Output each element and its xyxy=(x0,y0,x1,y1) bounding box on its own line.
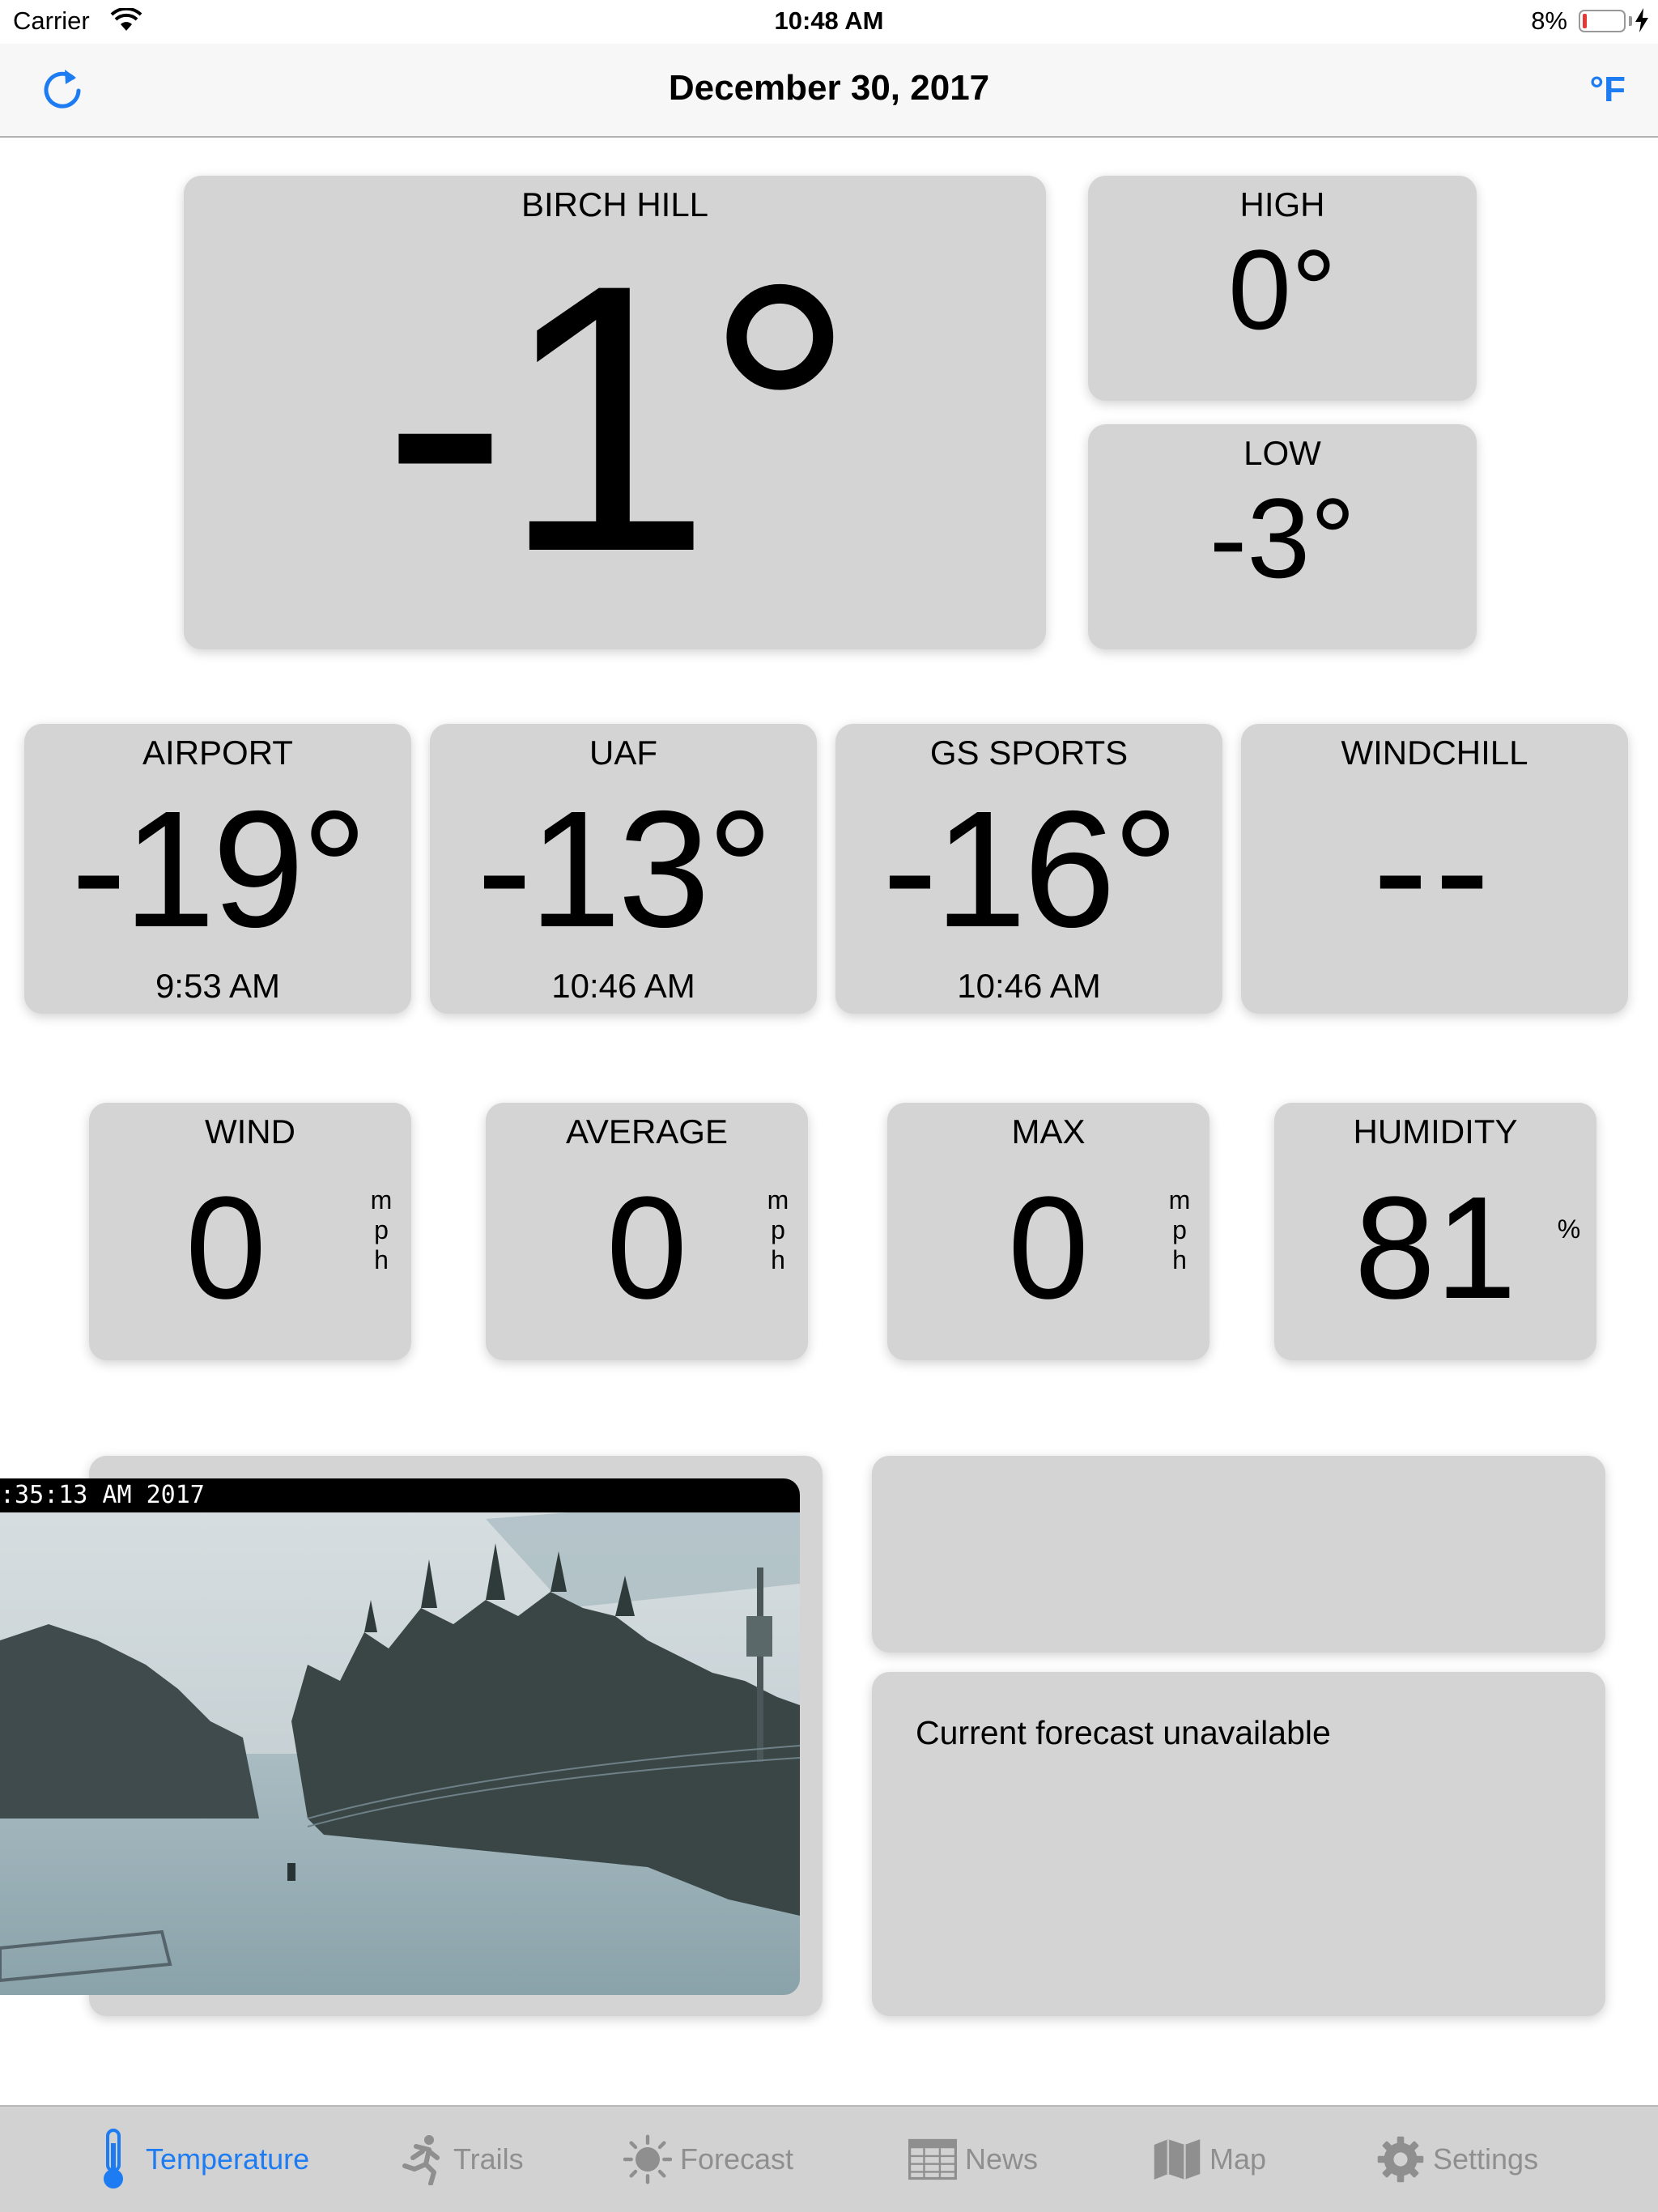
forecast-card: Current forecast unavailable xyxy=(872,1672,1605,2016)
humidity-card: HUMIDITY 81 % xyxy=(1274,1103,1596,1360)
wind-value: 0 xyxy=(185,1167,267,1329)
wind-card: WIND 0 mph xyxy=(89,1103,411,1360)
tab-temperature[interactable]: Temperature xyxy=(89,2107,309,2212)
battery-tip xyxy=(1629,16,1632,26)
tab-label: Temperature xyxy=(146,2142,310,2176)
station-updated-time: 10:46 AM xyxy=(551,967,695,1005)
navigation-bar: December 30, 2017 °F xyxy=(0,44,1658,138)
tab-label: Settings xyxy=(1433,2142,1539,2176)
average-wind-card: AVERAGE 0 mph xyxy=(486,1103,808,1360)
tab-label: Forecast xyxy=(680,2142,794,2176)
station-name: GS SPORTS xyxy=(929,734,1129,772)
station-name: WINDCHILL xyxy=(1341,734,1528,772)
high-label: HIGH xyxy=(1239,185,1325,223)
tab-bar: Temperature Trails Forecast News Map Set… xyxy=(0,2105,1658,2212)
webcam-timestamp: :35:13 AM 2017 xyxy=(0,1478,800,1512)
gear-icon xyxy=(1376,2131,1425,2188)
humidity-label: HUMIDITY xyxy=(1353,1112,1518,1151)
webcam-image[interactable]: :35:13 AM 2017 xyxy=(0,1478,800,1995)
station-card-gs-sports: GS SPORTS -16° 10:46 AM xyxy=(835,724,1222,1014)
low-value: -3° xyxy=(1209,474,1356,602)
tab-map[interactable]: Map xyxy=(1153,2107,1266,2212)
empty-info-card xyxy=(872,1456,1605,1653)
tab-news[interactable]: News xyxy=(908,2107,1038,2212)
low-label: LOW xyxy=(1244,434,1321,472)
battery-icon xyxy=(1579,10,1626,32)
wind-label: WIND xyxy=(205,1112,295,1151)
station-temperature: -19° xyxy=(70,776,368,962)
tab-settings[interactable]: Settings xyxy=(1376,2107,1538,2212)
tab-trails[interactable]: Trails xyxy=(397,2107,524,2212)
main-station-card: BIRCH HILL -1° xyxy=(184,176,1046,649)
page-title: December 30, 2017 xyxy=(668,68,990,108)
average-unit: mph xyxy=(767,1185,789,1274)
map-icon xyxy=(1153,2131,1201,2188)
high-value: 0° xyxy=(1228,226,1337,353)
max-unit: mph xyxy=(1168,1185,1191,1274)
humidity-unit: % xyxy=(1557,1214,1581,1244)
humidity-value: 81 xyxy=(1354,1167,1517,1329)
station-card-windchill: WINDCHILL -- xyxy=(1241,724,1628,1014)
sun-icon xyxy=(623,2131,672,2188)
station-temperature: -13° xyxy=(476,776,773,962)
station-name: UAF xyxy=(589,734,657,772)
battery-percent: 8% xyxy=(1531,6,1567,35)
station-updated-time: 10:46 AM xyxy=(957,967,1101,1005)
average-label: AVERAGE xyxy=(566,1112,728,1151)
tab-forecast[interactable]: Forecast xyxy=(623,2107,793,2212)
tab-label: Trails xyxy=(453,2142,524,2176)
station-card-airport: AIRPORT -19° 9:53 AM xyxy=(24,724,411,1014)
station-temperature: -16° xyxy=(882,776,1179,962)
station-name: AIRPORT xyxy=(142,734,293,772)
max-label: MAX xyxy=(1011,1112,1086,1151)
station-temperature: -- xyxy=(1372,776,1497,962)
low-card: LOW -3° xyxy=(1088,424,1477,649)
main-temperature: -1° xyxy=(381,206,857,631)
wind-unit: mph xyxy=(370,1185,393,1274)
max-wind-card: MAX 0 mph xyxy=(887,1103,1209,1360)
tab-label: News xyxy=(965,2142,1039,2176)
unit-toggle-button[interactable]: °F xyxy=(1590,70,1626,110)
high-card: HIGH 0° xyxy=(1088,176,1477,401)
runner-icon xyxy=(397,2131,445,2188)
status-bar: Carrier 10:48 AM 8% xyxy=(0,0,1658,44)
station-updated-time: 9:53 AM xyxy=(155,967,281,1005)
max-value: 0 xyxy=(1007,1167,1090,1329)
newspaper-icon xyxy=(908,2131,957,2188)
forecast-message: Current forecast unavailable xyxy=(916,1714,1331,1751)
tab-label: Map xyxy=(1209,2142,1267,2176)
charging-icon xyxy=(1635,8,1648,39)
average-value: 0 xyxy=(606,1167,688,1329)
station-card-uaf: UAF -13° 10:46 AM xyxy=(430,724,817,1014)
thermometer-icon xyxy=(89,2129,138,2189)
status-time: 10:48 AM xyxy=(774,6,884,35)
